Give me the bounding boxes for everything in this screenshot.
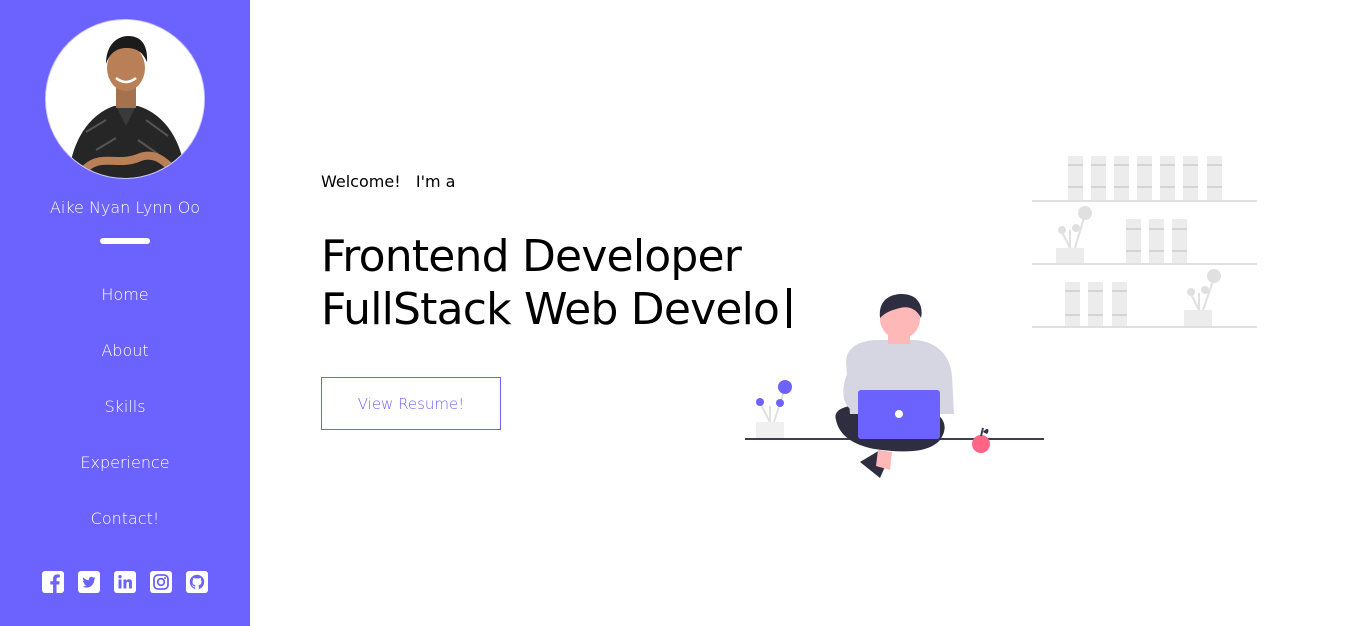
- welcome-text: Welcome!: [321, 172, 401, 191]
- owner-name: Aike Nyan Lynn Oo: [49, 198, 201, 217]
- sidebar: Aike Nyan Lynn Oo Home About Skills Expe…: [0, 0, 250, 626]
- bookshelf-graphic: [1032, 156, 1257, 328]
- role-headline: Frontend Developer FullStack Web Develo: [321, 230, 792, 336]
- linkedin-square-icon[interactable]: [113, 570, 137, 594]
- apple-graphic: [972, 427, 990, 453]
- sidebar-nav: Home About Skills Experience Contact!: [0, 272, 250, 552]
- intro-text: I'm a: [415, 172, 456, 191]
- twitter-square-icon[interactable]: [77, 570, 101, 594]
- github-square-icon[interactable]: [185, 570, 209, 594]
- instagram-square-icon[interactable]: [149, 570, 173, 594]
- social-links: [41, 570, 211, 594]
- person-graphic: [835, 294, 954, 478]
- developer-illustration: [745, 156, 1257, 478]
- profile-photo: [46, 20, 204, 178]
- facebook-square-icon[interactable]: [41, 570, 65, 594]
- view-resume-button[interactable]: View Resume!: [321, 377, 501, 430]
- nav-item-skills[interactable]: Skills: [0, 384, 250, 440]
- nav-item-contact[interactable]: Contact!: [0, 496, 250, 552]
- nav-item-experience[interactable]: Experience: [0, 440, 250, 496]
- nav-item-home[interactable]: Home: [0, 272, 250, 328]
- name-underline: [100, 238, 150, 244]
- role-line-2: FullStack Web Develo: [321, 284, 780, 335]
- nav-item-about[interactable]: About: [0, 328, 250, 384]
- welcome-line: Welcome! I'm a: [321, 172, 455, 191]
- role-line-1: Frontend Developer: [321, 231, 742, 282]
- avatar: [45, 19, 205, 179]
- plant-graphic: [756, 380, 792, 438]
